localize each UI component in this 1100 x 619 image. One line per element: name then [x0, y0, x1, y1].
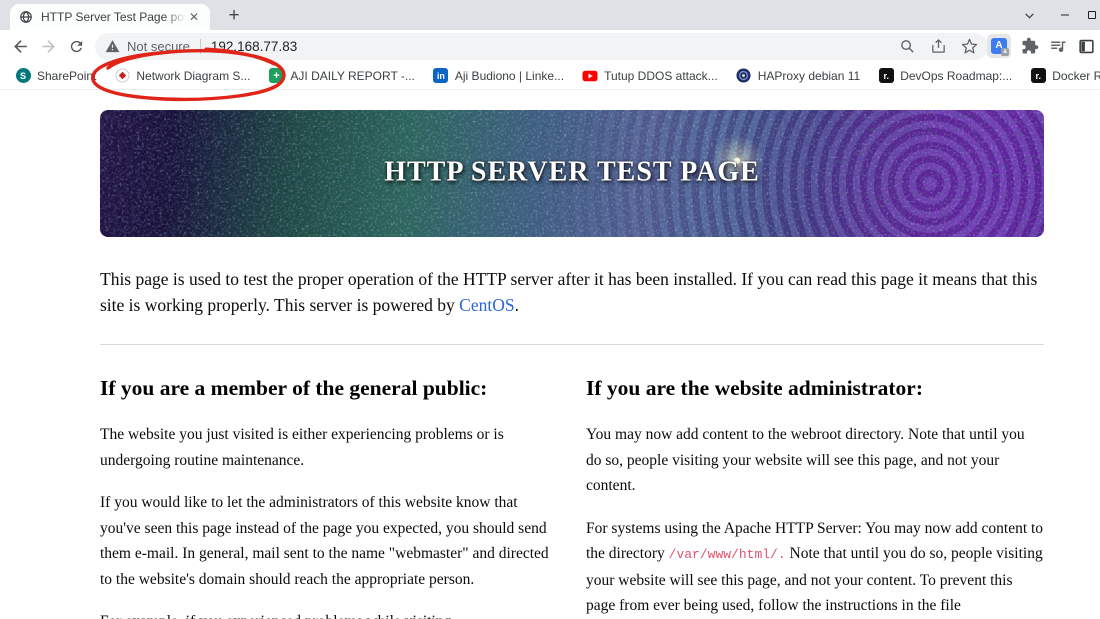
sheets-icon: +	[268, 68, 284, 84]
globe-icon	[18, 9, 34, 25]
reload-icon[interactable]	[63, 33, 89, 59]
bookmark-haproxy[interactable]: HAProxy debian 11	[727, 65, 870, 87]
public-column: If you are a member of the general publi…	[100, 370, 558, 619]
horizontal-rule	[100, 344, 1044, 345]
public-paragraph-2: If you would like to let the administrat…	[100, 494, 549, 588]
translate-extension-icon[interactable]: Aa	[987, 34, 1011, 58]
bookmark-docker-roadmap[interactable]: r. Docker Roadmap -...	[1021, 65, 1100, 87]
omnibox-divider	[199, 39, 201, 54]
code-webroot-path: /var/www/html/.	[668, 547, 786, 562]
public-paragraph-3: For example, if you experienced problems…	[100, 609, 558, 619]
public-paragraph-1: The website you just visited is either e…	[100, 426, 504, 469]
lead-paragraph: This page is used to test the proper ope…	[100, 269, 1038, 315]
bookmark-devops-roadmap[interactable]: r. DevOps Roadmap:...	[869, 65, 1021, 87]
address-bar[interactable]: Not secure 192.168.77.83	[95, 33, 988, 60]
tab-close-icon[interactable]: ✕	[186, 10, 202, 24]
browser-tab[interactable]: HTTP Server Test Page powered ✕	[10, 4, 210, 30]
admin-heading: If you are the website administrator:	[586, 376, 923, 400]
playlist-music-extension-icon[interactable]	[1049, 37, 1067, 55]
share-icon[interactable]	[930, 38, 947, 55]
chevron-down-icon[interactable]	[1012, 0, 1046, 30]
roadmap-icon: r.	[878, 68, 894, 84]
search-icon[interactable]	[899, 38, 916, 55]
warning-triangle-icon	[105, 39, 120, 54]
bookmark-network-diagram[interactable]: Network Diagram S...	[105, 65, 259, 87]
banner-title: HTTP SERVER TEST PAGE	[384, 156, 760, 188]
url-text[interactable]: 192.168.77.83	[211, 39, 297, 54]
minimize-icon[interactable]	[1046, 0, 1084, 30]
bookmark-sharepoint[interactable]: S SharePoint	[6, 65, 105, 87]
page-content: HTTP SERVER TEST PAGE This page is used …	[0, 90, 1100, 619]
bookmark-aji-daily-report[interactable]: + AJI DAILY REPORT -...	[259, 65, 423, 87]
security-label[interactable]: Not secure	[127, 39, 190, 54]
test-page-banner: HTTP SERVER TEST PAGE	[100, 110, 1044, 237]
bookmark-youtube[interactable]: Tutup DDOS attack...	[573, 65, 727, 87]
new-tab-button[interactable]: +	[222, 5, 246, 29]
admin-column: If you are the website administrator: Yo…	[586, 370, 1044, 619]
centos-link[interactable]: CentOS	[459, 295, 514, 315]
side-panel-icon[interactable]	[1077, 37, 1096, 56]
extensions-puzzle-icon[interactable]	[1021, 37, 1039, 55]
back-icon[interactable]	[7, 33, 33, 59]
haproxy-icon	[736, 68, 752, 84]
sharepoint-icon: S	[15, 68, 31, 84]
bookmarks-bar: S SharePoint Network Diagram S... + AJI …	[0, 62, 1100, 90]
bookmark-linkedin[interactable]: in Aji Budiono | Linke...	[424, 65, 573, 87]
star-icon[interactable]	[961, 38, 978, 55]
youtube-icon	[582, 68, 598, 84]
browser-window: HTTP Server Test Page powered ✕ +	[0, 0, 1100, 619]
tab-strip: HTTP Server Test Page powered ✕ +	[0, 0, 1100, 30]
two-column-area: If you are a member of the general publi…	[100, 370, 1044, 619]
maximize-icon[interactable]	[1084, 0, 1100, 30]
roadmap-icon: r.	[1030, 68, 1046, 84]
toolbar: Not secure 192.168.77.83 Aa	[0, 30, 1100, 102]
admin-paragraph-2: For systems using the Apache HTTP Server…	[586, 519, 1044, 615]
public-heading: If you are a member of the general publi…	[100, 376, 488, 400]
network-diagram-icon	[114, 68, 130, 84]
linkedin-icon: in	[433, 68, 449, 84]
admin-paragraph-1: You may now add content to the webroot d…	[586, 426, 1025, 494]
forward-icon[interactable]	[35, 33, 61, 59]
tab-title: HTTP Server Test Page powered	[41, 10, 186, 24]
